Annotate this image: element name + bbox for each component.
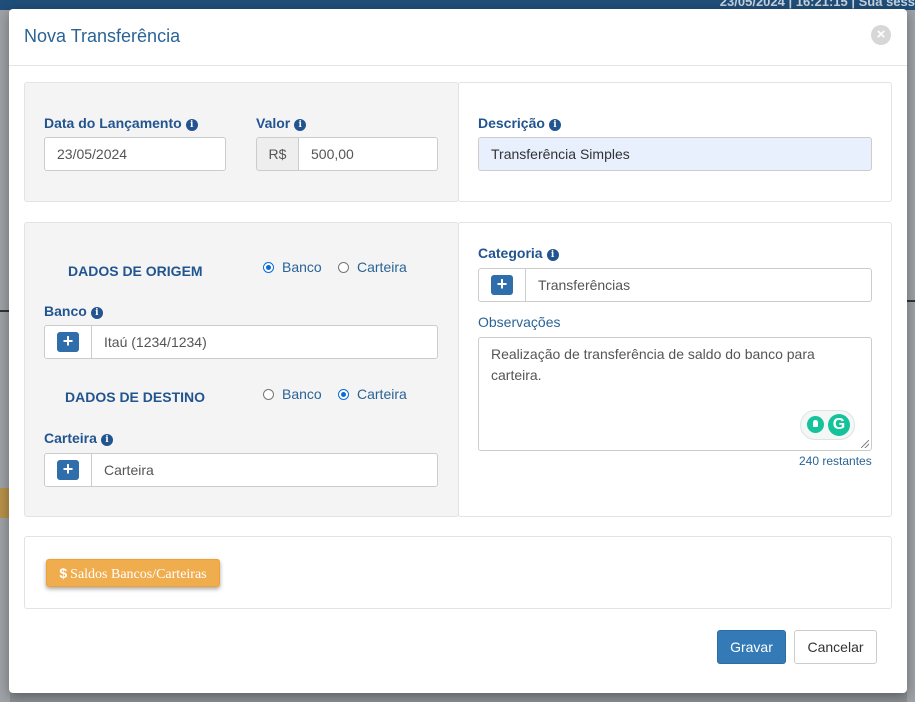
origem-radio-carteira-label[interactable]: Carteira xyxy=(357,259,407,275)
cancelar-button[interactable]: Cancelar xyxy=(794,630,877,664)
destino-radio-banco[interactable] xyxy=(263,389,274,400)
origem-radio-banco-label[interactable]: Banco xyxy=(282,259,322,275)
banco-label: Banco i xyxy=(44,303,103,319)
destino-section-title: DADOS DE DESTINO xyxy=(65,389,206,405)
destino-radio-carteira-label[interactable]: Carteira xyxy=(357,386,407,402)
plus-icon[interactable]: + xyxy=(57,332,79,352)
categoria-panel: Categoria i + Transferências Observações … xyxy=(458,222,892,517)
background-divider-right xyxy=(907,300,915,302)
categoria-select[interactable]: Transferências xyxy=(526,268,872,302)
data-lancamento-label: Data do Lançamento i xyxy=(44,115,198,131)
origem-radio-carteira[interactable] xyxy=(338,262,349,273)
saldos-bancos-carteiras-button[interactable]: $ Saldos Bancos/Carteiras xyxy=(46,559,220,587)
valor-input[interactable]: 500,00 xyxy=(299,137,438,171)
descricao-label: Descrição i xyxy=(478,115,561,131)
categoria-label: Categoria i xyxy=(478,245,559,261)
dollar-icon: $ xyxy=(59,565,68,581)
info-icon[interactable]: i xyxy=(90,307,103,319)
info-icon[interactable]: i xyxy=(294,119,307,131)
plus-icon[interactable]: + xyxy=(491,275,513,295)
grammarly-icon[interactable]: G xyxy=(828,414,850,436)
carteira-label: Carteira i xyxy=(44,430,113,446)
modal-header: Nova Transferência × xyxy=(9,9,907,66)
origem-radio-banco[interactable] xyxy=(263,262,274,273)
currency-addon: R$ xyxy=(256,137,299,171)
lancamento-panel: Data do Lançamento i 23/05/2024 Valor i R$… xyxy=(24,82,459,202)
valor-label: Valor i xyxy=(256,115,307,131)
background-right-edge xyxy=(907,10,915,702)
banco-add-addon: + xyxy=(44,325,92,359)
observacoes-label: Observações xyxy=(478,314,561,330)
observacoes-text: Realização de transferência de saldo do … xyxy=(491,346,815,383)
transfer-modal: Nova Transferência × Data do Lançamento i… xyxy=(9,9,907,693)
categoria-add-addon: + xyxy=(478,268,526,302)
data-lancamento-input[interactable]: 23/05/2024 xyxy=(44,137,226,171)
info-icon[interactable]: i xyxy=(185,119,198,131)
close-icon[interactable]: × xyxy=(871,25,891,45)
banco-select[interactable]: Itaú (1234/1234) xyxy=(92,325,438,359)
carteira-select[interactable]: Carteira xyxy=(92,453,438,487)
info-icon[interactable]: i xyxy=(546,249,559,261)
resize-handle-icon[interactable] xyxy=(861,440,869,448)
destino-radio-banco-label[interactable]: Banco xyxy=(282,386,322,402)
info-icon[interactable]: i xyxy=(548,119,561,131)
info-icon[interactable]: i xyxy=(100,434,113,446)
plus-icon[interactable]: + xyxy=(57,460,79,480)
carteira-add-addon: + xyxy=(44,453,92,487)
descricao-panel: Descrição i Transferência Simples xyxy=(458,82,892,202)
origem-section-title: DADOS DE ORIGEM xyxy=(68,263,203,279)
gravar-button[interactable]: Gravar xyxy=(717,630,786,664)
background-session-info: 23/05/2024 | 16:21:15 | Sua sess xyxy=(719,0,915,9)
lightbulb-icon[interactable] xyxy=(807,416,824,433)
modal-title: Nova Transferência xyxy=(24,26,181,46)
observacoes-textarea[interactable]: Realização de transferência de saldo do … xyxy=(478,337,872,451)
descricao-input[interactable]: Transferência Simples xyxy=(478,137,872,171)
destino-radio-carteira[interactable] xyxy=(338,389,349,400)
origem-destino-panel: DADOS DE ORIGEM Banco Carteira Banco i + … xyxy=(24,222,459,517)
char-counter: 240 restantes xyxy=(799,454,872,468)
grammarly-widget[interactable]: G xyxy=(800,410,855,440)
saldos-button-label: Saldos Bancos/Carteiras xyxy=(70,567,207,582)
